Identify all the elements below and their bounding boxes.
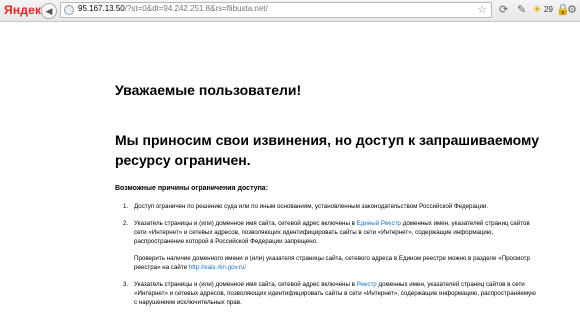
eais-link[interactable]: http://eais.rkn.gov.ru/ [189, 264, 246, 271]
wrench-icon[interactable]: ✎ [517, 3, 526, 17]
reason-text-before: Указатель страницы и (или) доменное имя … [134, 220, 357, 227]
reasons-list: 1. Доступ ограничен по решению суда или … [115, 202, 540, 315]
back-button[interactable]: ◀ [41, 3, 57, 19]
reason-text: Указатель страницы и (или) доменное имя … [134, 219, 540, 246]
address-bar[interactable]: 95.167.13.50/?st=0&dt=94.242.251.8&rs=fl… [60, 2, 492, 18]
page-title: Уважаемые пользователи! [115, 82, 302, 98]
browser-toolbar: Яндекс ◀ 95.167.13.50/?st=0&dt=94.242.25… [0, 0, 580, 22]
refresh-icon[interactable]: ⟳ [499, 3, 508, 17]
url-host: 95.167.13.50 [78, 4, 125, 13]
reason-number: 3. [123, 281, 129, 288]
reason-text: Доступ ограничен по решению суда или по … [134, 203, 489, 210]
registry-check-note: Проверить наличие доменного имени и (или… [134, 254, 540, 272]
reason-number: 2. [123, 220, 129, 227]
globe-icon [64, 5, 74, 15]
weather-temperature[interactable]: 29 [544, 5, 553, 14]
settings-icon[interactable]: ⚙ [567, 3, 577, 17]
reason-item-1: 1. Доступ ограничен по решению суда или … [115, 202, 540, 211]
weather-icon[interactable]: ☀ [532, 3, 542, 17]
apology-heading: Мы приносим свои извинения, но доступ к … [115, 132, 539, 168]
reason-item-2: 2. Указатель страницы и (или) доменное и… [115, 219, 540, 272]
reason-item-3: 3. Указатель страницы и (или) доменное и… [115, 280, 540, 307]
reason-number: 1. [123, 203, 129, 210]
unified-registry-link[interactable]: Единый Реестр [357, 220, 401, 227]
reasons-heading: Возможные причины ограничения доступа: [115, 185, 269, 192]
registry-link[interactable]: Реестр [357, 281, 377, 288]
url-text[interactable]: 95.167.13.50/?st=0&dt=94.242.251.8&rs=fl… [78, 4, 268, 13]
url-path: /?st=0&dt=94.242.251.8&rs=flibusta.net/ [124, 4, 268, 13]
reason-text-before: Указатель страницы и (или) доменное имя … [134, 281, 357, 288]
reason-text: Указатель страницы и (или) доменное имя … [134, 280, 540, 307]
star-icon[interactable]: ☆ [477, 3, 487, 17]
